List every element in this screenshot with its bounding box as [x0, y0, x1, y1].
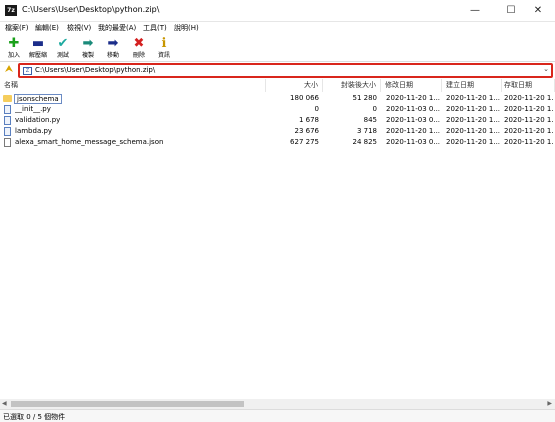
python-file-icon	[4, 127, 11, 136]
status-bar: 已選取 0 / 5 個物件	[0, 409, 555, 422]
info-icon: ℹ	[161, 36, 167, 51]
menu-favorites[interactable]: 我的最愛(A)	[98, 23, 136, 33]
python-file-icon	[4, 116, 11, 125]
column-header-name[interactable]: 名稱	[0, 79, 266, 92]
selection-status: 已選取 0 / 5 個物件	[3, 413, 66, 421]
column-header-created[interactable]: 建立日期	[442, 79, 502, 92]
file-modified: 2020-11-03 0...	[386, 116, 441, 124]
scroll-left-icon[interactable]: ◀	[2, 400, 7, 407]
file-row[interactable]: alexa_smart_home_message_schema.json 627…	[0, 137, 555, 148]
copy-button[interactable]: ➡ 複製	[75, 36, 101, 62]
close-button[interactable]: ✕	[522, 0, 554, 22]
extract-button[interactable]: ▬ 解壓縮	[25, 36, 51, 62]
column-header-size[interactable]: 大小	[266, 79, 323, 92]
file-packed-size: 0	[372, 105, 377, 113]
file-size: 180 066	[290, 94, 319, 102]
file-name: validation.py	[15, 116, 61, 124]
address-path: C:\Users\User\Desktop\python.zip\	[35, 66, 156, 74]
address-bar: ⮝ Z C:\Users\User\Desktop\python.zip\ ⌄	[0, 62, 555, 78]
file-size: 1 678	[298, 116, 319, 124]
menu-bar: 檔案(F) 編輯(E) 檢視(V) 我的最愛(A) 工具(T) 說明(H)	[0, 22, 555, 34]
delete-icon: ✖	[133, 36, 145, 51]
test-icon: ✔	[57, 36, 69, 51]
add-button[interactable]: ✚ 加入	[1, 36, 27, 62]
address-field[interactable]: Z C:\Users\User\Desktop\python.zip\ ⌄	[18, 63, 553, 78]
scrollbar-thumb[interactable]	[11, 401, 244, 407]
archive-icon: Z	[23, 67, 32, 75]
file-size: 0	[314, 105, 319, 113]
copy-label: 複製	[81, 52, 94, 59]
menu-help[interactable]: 說明(H)	[174, 23, 199, 33]
test-label: 測試	[56, 52, 69, 59]
file-name: lambda.py	[15, 127, 53, 135]
file-packed-size: 24 825	[352, 138, 378, 146]
menu-edit[interactable]: 編輯(E)	[35, 23, 59, 33]
copy-icon: ➡	[82, 36, 94, 51]
file-name: jsonschema	[14, 94, 62, 104]
move-button[interactable]: ➡ 移動	[100, 36, 126, 62]
add-icon: ✚	[8, 36, 20, 51]
file-created: 2020-11-20 1...	[446, 94, 501, 102]
file-modified: 2020-11-03 0...	[386, 138, 441, 146]
move-icon: ➡	[107, 36, 119, 51]
extract-icon: ▬	[31, 36, 45, 51]
window-title: C:\Users\User\Desktop\python.zip\	[22, 5, 160, 14]
file-created: 2020-11-20 1...	[446, 105, 501, 113]
file-size: 23 676	[294, 127, 320, 135]
delete-label: 刪除	[132, 52, 145, 59]
python-file-icon	[4, 105, 11, 114]
file-name: __init__.py	[15, 105, 51, 113]
info-label: 資訊	[157, 52, 170, 59]
file-accessed: 2020-11-20 1...	[504, 138, 554, 146]
menu-view[interactable]: 檢視(V)	[67, 23, 91, 33]
file-modified: 2020-11-20 1...	[386, 127, 441, 135]
file-created: 2020-11-20 1...	[446, 116, 501, 124]
folder-icon	[3, 95, 12, 102]
file-packed-size: 845	[363, 116, 377, 124]
file-packed-size: 3 718	[356, 127, 377, 135]
up-folder-icon[interactable]: ⮝	[3, 64, 15, 76]
toolbar: ✚ 加入 ▬ 解壓縮 ✔ 測試 ➡ 複製 ➡ 移動 ✖ 刪除 ℹ 資訊	[0, 34, 555, 62]
column-header-modified[interactable]: 修改日期	[381, 79, 442, 92]
file-accessed: 2020-11-20 1...	[504, 94, 554, 102]
file-created: 2020-11-20 1...	[446, 127, 501, 135]
file-accessed: 2020-11-20 1...	[504, 116, 554, 124]
chevron-down-icon[interactable]: ⌄	[543, 65, 549, 73]
file-created: 2020-11-20 1...	[446, 138, 501, 146]
extract-label: 解壓縮	[28, 52, 47, 59]
column-header-packed-size[interactable]: 封裝後大小	[323, 79, 381, 92]
file-modified: 2020-11-20 1...	[386, 94, 441, 102]
file-size: 627 275	[290, 138, 319, 146]
file-name: alexa_smart_home_message_schema.json	[15, 138, 164, 146]
minimize-button[interactable]: —	[459, 0, 491, 22]
column-header-accessed[interactable]: 存取日期	[502, 79, 555, 92]
file-list: 名稱 大小 封裝後大小 修改日期 建立日期 存取日期 jsonschema 18…	[0, 79, 555, 399]
file-packed-size: 51 280	[352, 94, 378, 102]
title-bar: 7z C:\Users\User\Desktop\python.zip\ — ☐…	[0, 0, 555, 22]
file-row[interactable]: lambda.py 23 676 3 718 2020-11-20 1... 2…	[0, 126, 555, 137]
horizontal-scrollbar[interactable]: ◀ ▶	[0, 399, 555, 409]
delete-button[interactable]: ✖ 刪除	[126, 36, 152, 62]
file-modified: 2020-11-03 0...	[386, 105, 441, 113]
file-row[interactable]: jsonschema 180 066 51 280 2020-11-20 1..…	[0, 93, 555, 104]
7zip-app-icon: 7z	[5, 5, 17, 16]
file-row[interactable]: validation.py 1 678 845 2020-11-03 0... …	[0, 115, 555, 126]
menu-tools[interactable]: 工具(T)	[143, 23, 167, 33]
file-row[interactable]: __init__.py 0 0 2020-11-03 0... 2020-11-…	[0, 104, 555, 115]
info-button[interactable]: ℹ 資訊	[151, 36, 177, 62]
json-file-icon	[4, 138, 11, 147]
menu-file[interactable]: 檔案(F)	[5, 23, 29, 33]
move-label: 移動	[106, 52, 119, 59]
add-label: 加入	[7, 52, 20, 59]
file-accessed: 2020-11-20 1...	[504, 105, 554, 113]
test-button[interactable]: ✔ 測試	[50, 36, 76, 62]
file-accessed: 2020-11-20 1...	[504, 127, 554, 135]
scroll-right-icon[interactable]: ▶	[547, 400, 552, 407]
